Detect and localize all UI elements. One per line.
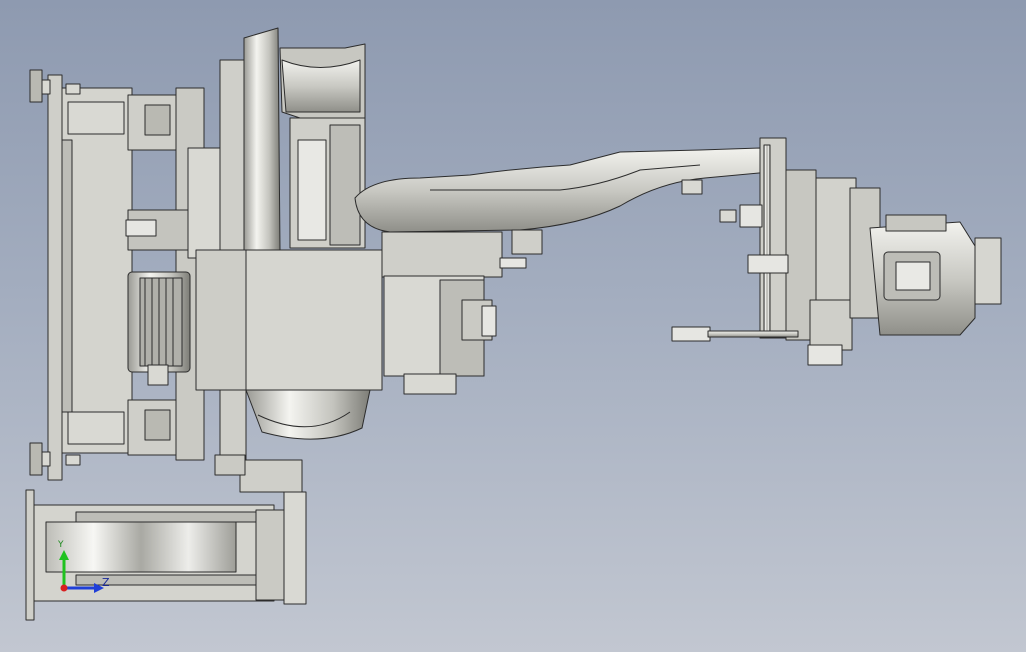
gear-pulley[interactable] — [127, 271, 191, 386]
z-axis-label: Z — [102, 576, 110, 589]
cad-viewport[interactable]: Y Z — [0, 0, 1026, 652]
shoulder-housing[interactable] — [381, 231, 503, 395]
y-axis-label: Y — [58, 540, 64, 550]
coordinate-triad: Y Z — [48, 540, 128, 610]
base-plate[interactable] — [29, 69, 133, 481]
x-axis-dot — [60, 584, 68, 592]
robot-arm-model[interactable] — [0, 0, 1026, 652]
rotary-drum[interactable] — [245, 389, 371, 440]
end-effector[interactable] — [849, 187, 1002, 336]
turret-saddle[interactable] — [279, 43, 366, 249]
